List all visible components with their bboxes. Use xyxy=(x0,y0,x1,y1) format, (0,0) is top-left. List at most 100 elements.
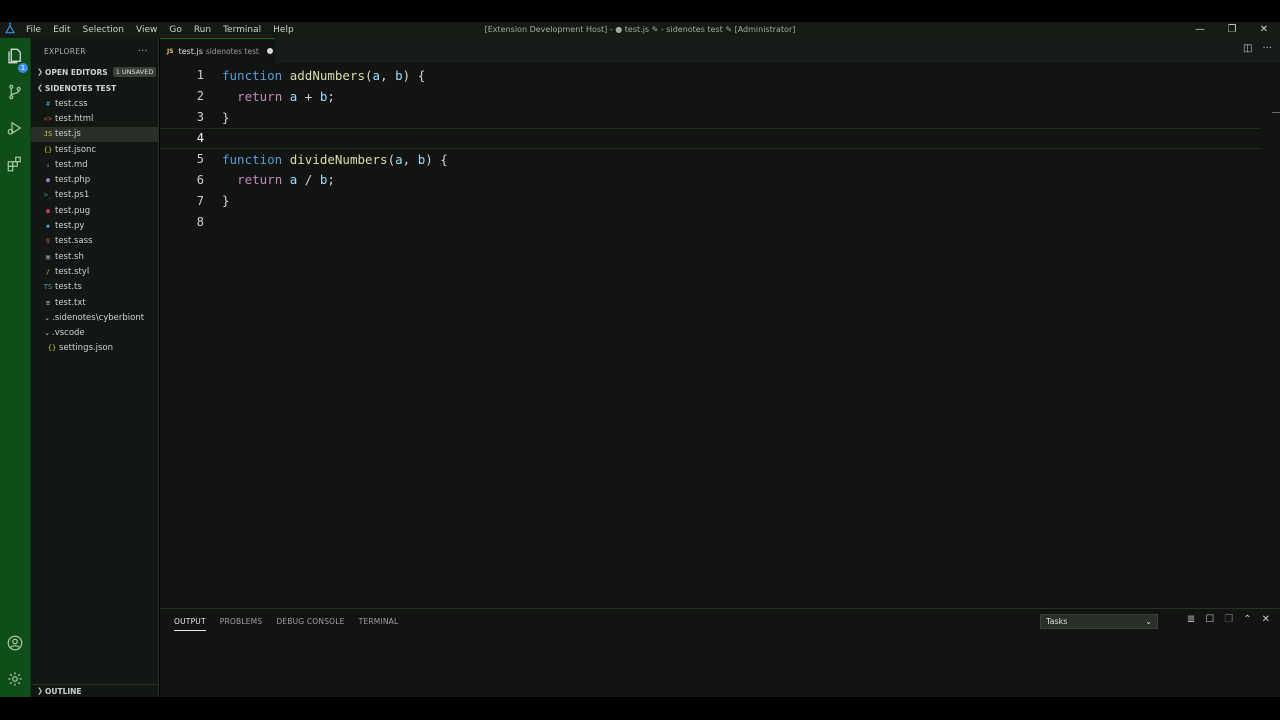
file-item-settings-json[interactable]: {} settings.json xyxy=(31,341,158,356)
outline-label: OUTLINE xyxy=(45,686,82,696)
file-item-label: test.pug xyxy=(55,205,91,216)
line-number: 3 xyxy=(196,110,204,125)
window-controls: — ❐ ✕ xyxy=(1184,22,1280,38)
tab-test-js[interactable]: JS test.js sidenotes test xyxy=(160,38,275,63)
explorer-icon[interactable]: 1 xyxy=(4,45,28,73)
split-editor-icon[interactable]: ◫ xyxy=(1243,43,1252,54)
file-type-icon: {} xyxy=(43,145,53,154)
open-editors-section[interactable]: ❯ OPEN EDITORS 1 UNSAVED xyxy=(31,64,158,80)
menu-selection[interactable]: Selection xyxy=(77,22,130,38)
file-item-label: test.sh xyxy=(55,251,84,262)
file-item[interactable]: ≡ test.txt xyxy=(31,295,158,310)
file-item-label: test.ts xyxy=(55,282,82,293)
file-type-icon: ♀ xyxy=(45,237,51,246)
menu-help[interactable]: Help xyxy=(267,22,300,38)
explorer-badge: 1 xyxy=(18,63,28,73)
explorer-title: EXPLORER xyxy=(44,46,86,56)
tab-output[interactable]: OUTPUT xyxy=(174,617,206,631)
file-item-label: test.txt xyxy=(55,297,86,308)
window-title: [Extension Development Host] - ● test.js… xyxy=(484,25,796,34)
file-item-label: test.ps1 xyxy=(55,190,90,201)
file-item[interactable]: <> test.html xyxy=(31,111,158,126)
output-channel-value: Tasks xyxy=(1046,617,1068,626)
line-number: 7 xyxy=(196,193,204,208)
code-text: } xyxy=(222,109,230,125)
tab-problems[interactable]: PROBLEMS xyxy=(220,617,263,631)
menu-run[interactable]: Run xyxy=(188,22,217,38)
output-channel-select[interactable]: Tasks ⌄ xyxy=(1040,614,1158,629)
file-item[interactable]: ● test.pug xyxy=(31,203,158,218)
code-text: } xyxy=(222,193,230,209)
file-item[interactable]: ● test.php xyxy=(31,172,158,187)
maximize-panel-icon[interactable]: ⌃ xyxy=(1243,614,1251,625)
code-line-current: 4 xyxy=(160,127,1260,149)
file-item[interactable]: ♀ test.sass xyxy=(31,234,158,249)
line-number: 6 xyxy=(196,172,204,187)
file-item-label: test.md xyxy=(55,159,88,170)
editor-area: JS test.js sidenotes test ◫ ··· 1 functi… xyxy=(160,38,1280,608)
open-log-icon[interactable]: ❐ xyxy=(1224,614,1233,625)
unsaved-dot-icon[interactable] xyxy=(266,48,273,54)
panel-tabs: OUTPUT PROBLEMS DEBUG CONSOLE TERMINAL xyxy=(174,617,398,631)
line-number: 2 xyxy=(196,89,204,104)
folder-item-label: .vscode xyxy=(52,328,85,339)
file-type-icon: ● xyxy=(45,206,51,215)
file-item[interactable]: TS test.ts xyxy=(31,280,158,295)
file-item[interactable]: ▣ test.sh xyxy=(31,249,158,264)
chevron-down-icon: ⌄ xyxy=(44,329,50,338)
file-item-label: test.jsonc xyxy=(55,144,97,155)
settings-gear-icon[interactable] xyxy=(4,668,26,690)
source-control-icon[interactable] xyxy=(4,81,26,103)
folder-section[interactable]: ❮ SIDENOTES TEST xyxy=(31,80,158,96)
file-item[interactable]: / test.styl xyxy=(31,264,158,279)
close-panel-icon[interactable]: ✕ xyxy=(1262,614,1270,625)
file-type-icon: ≡ xyxy=(45,298,51,307)
minimize-button[interactable]: — xyxy=(1184,22,1216,38)
js-file-icon: JS xyxy=(167,47,174,55)
folder-item-vscode[interactable]: ⌄ .vscode xyxy=(31,325,158,340)
scrollbar-marker[interactable] xyxy=(1272,112,1280,113)
menu-view[interactable]: View xyxy=(130,22,163,38)
file-type-icon: ◆ xyxy=(45,222,51,231)
run-debug-icon[interactable] xyxy=(4,117,26,139)
json-file-icon: {} xyxy=(47,344,57,353)
file-item[interactable]: JS test.js xyxy=(31,126,158,142)
file-item[interactable]: # test.css xyxy=(31,96,158,111)
code-editor[interactable]: 1 function addNumbers(a, b) { 2 return a… xyxy=(160,65,1260,232)
file-item-label: test.php xyxy=(55,175,91,186)
folder-item-sidenotes[interactable]: ⌄ .sidenotes\cyberbiont xyxy=(31,310,158,325)
open-editors-label: OPEN EDITORS xyxy=(45,67,108,77)
panel-actions: ≣ ☐ ❐ ⌃ ✕ xyxy=(1187,614,1270,625)
extensions-icon[interactable] xyxy=(4,153,26,175)
explorer-more-icon[interactable]: ··· xyxy=(138,46,148,57)
menu-go[interactable]: Go xyxy=(163,22,187,38)
file-type-icon: ↓ xyxy=(45,160,51,169)
close-window-button[interactable]: ✕ xyxy=(1248,22,1280,38)
editor-actions: ◫ ··· xyxy=(1243,43,1272,54)
code-line: 3 } xyxy=(160,107,1260,128)
lock-scroll-icon[interactable]: ☐ xyxy=(1205,614,1214,625)
file-item[interactable]: ↓ test.md xyxy=(31,157,158,172)
tab-terminal[interactable]: TERMINAL xyxy=(359,617,399,631)
editor-more-icon[interactable]: ··· xyxy=(1262,43,1272,54)
accounts-icon[interactable] xyxy=(4,632,26,654)
explorer-header: EXPLORER ··· xyxy=(31,38,158,64)
line-number: 5 xyxy=(196,152,204,166)
file-list: # test.css <> test.html JS test.js{} test.json… xyxy=(31,96,158,310)
file-item-label: test.css xyxy=(55,98,88,109)
tab-debug-console[interactable]: DEBUG CONSOLE xyxy=(276,617,344,631)
editor-tab-bar: JS test.js sidenotes test ◫ ··· xyxy=(160,38,1280,63)
menu-terminal[interactable]: Terminal xyxy=(217,22,267,38)
file-item[interactable]: >_ test.ps1 xyxy=(31,188,158,203)
line-number: 8 xyxy=(196,214,204,229)
title-bar: ⧊ File Edit Selection View Go Run Termin… xyxy=(0,22,1280,38)
line-number: 4 xyxy=(196,131,204,146)
restore-button[interactable]: ❐ xyxy=(1216,22,1248,38)
clear-output-icon[interactable]: ≣ xyxy=(1187,614,1195,625)
menu-file[interactable]: File xyxy=(20,22,47,38)
file-item[interactable]: ◆ test.py xyxy=(31,218,158,233)
code-text: function divideNumbers(a, b) { xyxy=(222,151,448,167)
menu-edit[interactable]: Edit xyxy=(47,22,76,38)
outline-section[interactable]: ❯ OUTLINE xyxy=(31,684,159,697)
file-item[interactable]: {} test.jsonc xyxy=(31,142,158,157)
